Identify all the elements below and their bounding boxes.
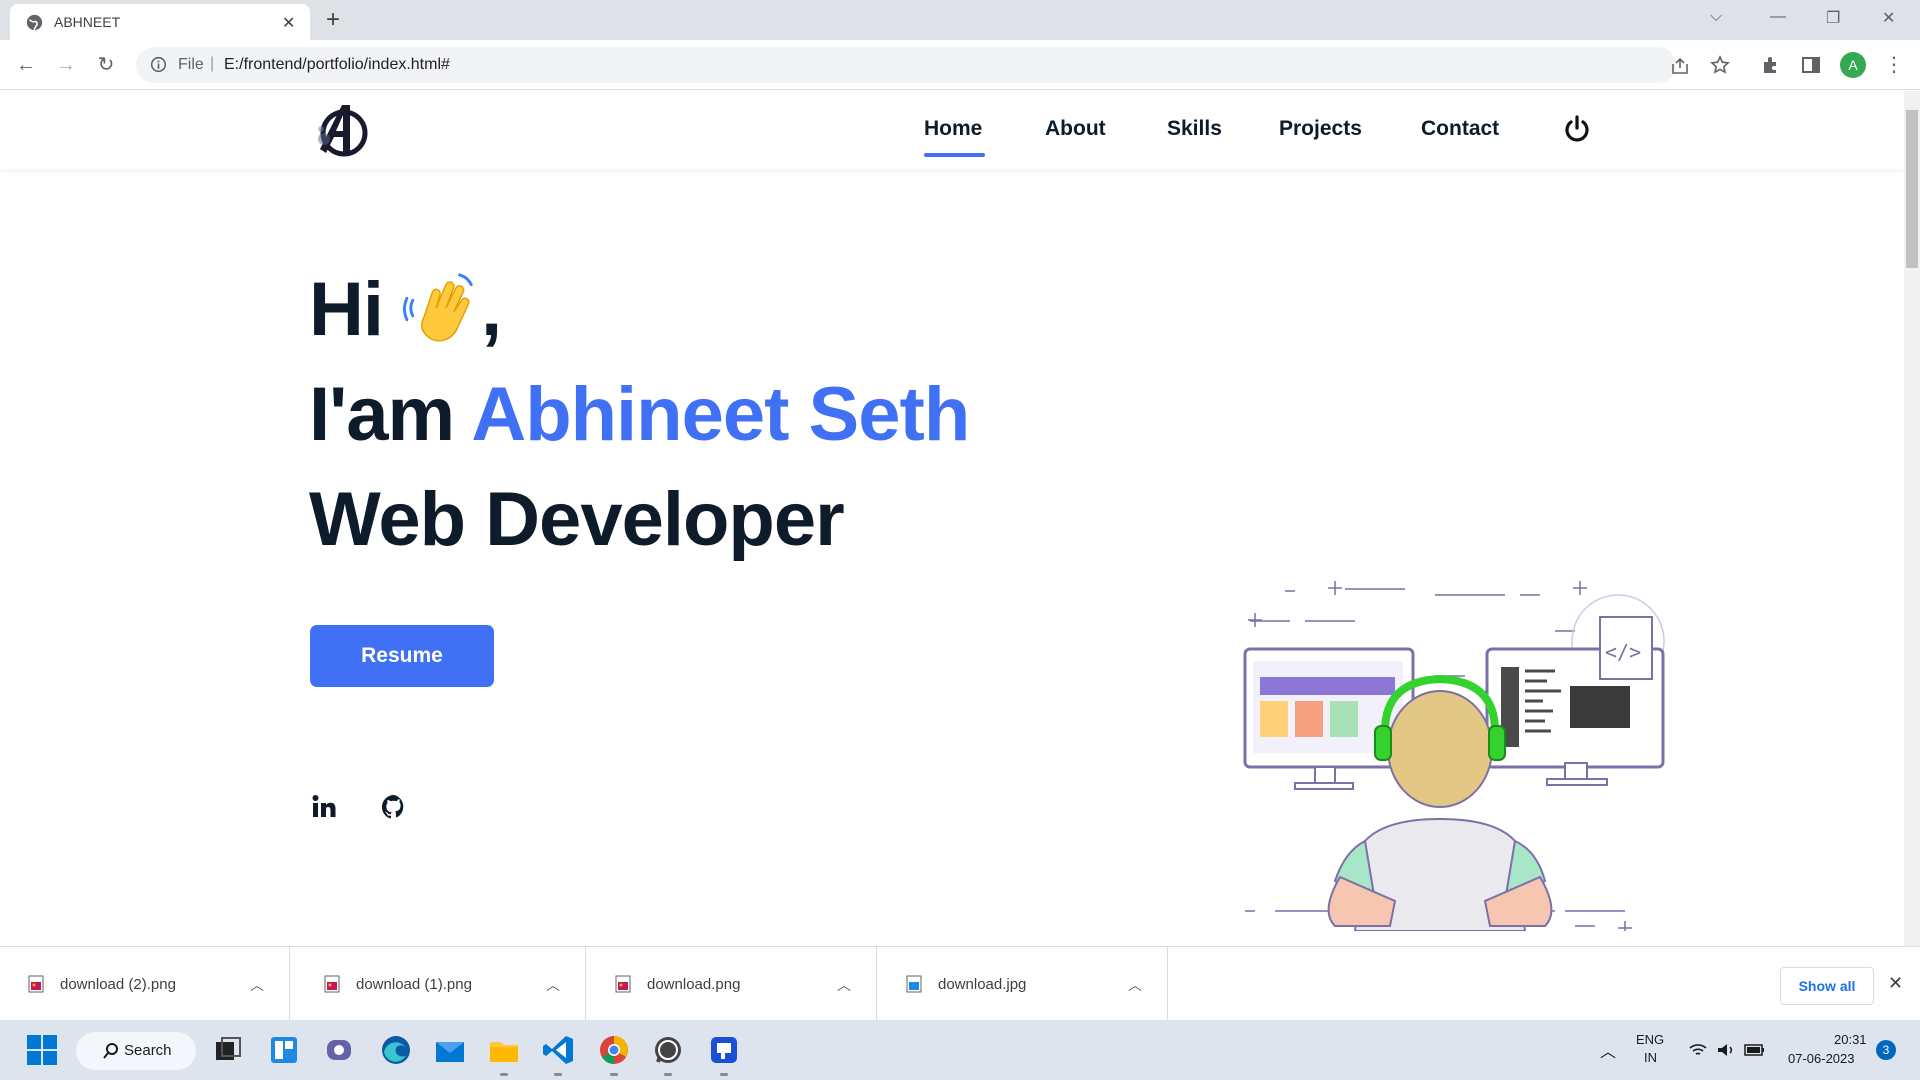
address-divider: | <box>210 55 215 72</box>
address-url[interactable]: E:/frontend/portfolio/index.html# <box>224 56 450 74</box>
tray-overflow-chevron-icon[interactable]: ︿ <box>1600 1038 1616 1062</box>
lang-bottom[interactable]: IN <box>1644 1050 1657 1065</box>
tab-search-chevron-icon[interactable]: ⌵ <box>1710 8 1722 26</box>
profile-avatar[interactable]: A <box>1840 52 1866 78</box>
hero-name: Abhineet Seth <box>471 372 970 457</box>
resume-button[interactable]: Resume <box>310 625 494 687</box>
running-indicator <box>720 1073 728 1076</box>
download-filename: download.png <box>647 976 741 993</box>
png-file-icon <box>324 975 340 993</box>
minimize-button[interactable]: — <box>1770 8 1786 26</box>
download-item[interactable]: download (2).png ︿ <box>0 947 290 1021</box>
hero-intro-prefix: I'am <box>309 372 455 457</box>
reload-button[interactable]: ↻ <box>94 53 118 77</box>
running-indicator <box>554 1073 562 1076</box>
extensions-icon[interactable] <box>1760 54 1782 76</box>
download-filename: download (1).png <box>356 976 472 993</box>
hero-intro: I'am Abhineet Seth <box>309 371 970 458</box>
png-file-icon <box>615 975 631 993</box>
waving-hand-icon <box>403 273 473 342</box>
address-scheme: File <box>178 56 204 73</box>
mail-icon[interactable] <box>432 1032 468 1068</box>
file-explorer-icon[interactable] <box>486 1032 522 1068</box>
scrollbar-thumb[interactable] <box>1906 110 1918 268</box>
info-icon[interactable] <box>150 56 167 73</box>
hero-greeting: Hi , <box>309 266 502 353</box>
avengers-logo[interactable] <box>312 99 372 161</box>
address-bar[interactable]: File | E:/frontend/portfolio/index.html# <box>136 47 1730 83</box>
nav-home[interactable]: Home <box>924 117 982 141</box>
whatsapp-icon[interactable] <box>650 1032 686 1068</box>
tab-close-icon[interactable]: ✕ <box>282 13 295 33</box>
volume-icon[interactable] <box>1716 1042 1736 1058</box>
chevron-up-icon[interactable]: ︿ <box>250 975 264 995</box>
app-icon[interactable] <box>706 1032 742 1068</box>
chevron-up-icon[interactable]: ︿ <box>1128 975 1142 995</box>
browser-tab-strip: ABHNEET ✕ + ⌵ — ❐ ✕ <box>0 0 1920 40</box>
nav-projects[interactable]: Projects <box>1279 117 1362 141</box>
clock-time[interactable]: 20:31 <box>1834 1032 1867 1047</box>
png-file-icon <box>28 975 44 993</box>
chrome-icon[interactable] <box>596 1032 632 1068</box>
teams-chat-icon[interactable] <box>322 1032 358 1068</box>
download-item[interactable]: download.png ︿ <box>587 947 877 1021</box>
download-filename: download (2).png <box>60 976 176 993</box>
site-header: Home About Skills Projects Contact <box>0 91 1904 169</box>
running-indicator <box>500 1073 508 1076</box>
edge-browser-icon[interactable] <box>378 1032 414 1068</box>
nav-skills[interactable]: Skills <box>1167 117 1222 141</box>
nav-about[interactable]: About <box>1045 117 1106 141</box>
running-indicator <box>664 1073 672 1076</box>
hero-role: Web Developer <box>309 477 845 562</box>
globe-icon <box>26 14 43 31</box>
lang-top[interactable]: ENG <box>1636 1032 1664 1047</box>
vscode-icon[interactable] <box>540 1032 576 1068</box>
page-viewport: Home About Skills Projects Contact Hi , … <box>0 91 1904 946</box>
restore-button[interactable]: ❐ <box>1826 8 1840 28</box>
forward-button[interactable]: → <box>54 53 78 77</box>
browser-tab[interactable]: ABHNEET ✕ <box>10 4 310 40</box>
search-label: Search <box>124 1042 172 1059</box>
browser-toolbar: ← → ↻ File | E:/frontend/portfolio/index… <box>0 40 1920 90</box>
window-close-button[interactable]: ✕ <box>1882 8 1895 28</box>
download-shelf: download (2).png ︿ download (1).png ︿ do… <box>0 946 1920 1021</box>
widgets-icon[interactable] <box>266 1032 302 1068</box>
back-button[interactable]: ← <box>14 53 38 77</box>
battery-icon[interactable] <box>1744 1042 1766 1058</box>
download-item[interactable]: download (1).png ︿ <box>296 947 586 1021</box>
chevron-up-icon[interactable]: ︿ <box>546 975 560 995</box>
clock-date[interactable]: 07-06-2023 <box>1788 1051 1855 1066</box>
download-filename: download.jpg <box>938 976 1027 993</box>
side-panel-icon[interactable] <box>1800 54 1822 76</box>
share-icon[interactable] <box>1670 56 1690 76</box>
linkedin-icon[interactable] <box>310 793 338 821</box>
running-indicator <box>610 1073 618 1076</box>
close-shelf-icon[interactable]: ✕ <box>1888 973 1903 994</box>
jpg-file-icon <box>906 975 922 993</box>
new-tab-button[interactable]: + <box>326 6 340 34</box>
active-nav-indicator <box>924 153 985 157</box>
chrome-menu-icon[interactable]: ⋮ <box>1882 53 1906 77</box>
power-icon[interactable] <box>1562 114 1592 144</box>
windows-taskbar: Search ︿ ENG IN 20:31 07-06-2023 3 <box>0 1020 1920 1080</box>
developer-illustration: </> <box>1243 581 1665 931</box>
github-icon[interactable] <box>380 793 408 821</box>
bookmark-star-icon[interactable] <box>1710 55 1730 75</box>
task-view-icon[interactable] <box>210 1032 246 1068</box>
tab-title: ABHNEET <box>54 14 121 30</box>
notification-badge[interactable]: 3 <box>1876 1040 1896 1060</box>
svg-text:</>: </> <box>1605 640 1641 664</box>
show-all-downloads-button[interactable]: Show all <box>1780 967 1874 1005</box>
wifi-icon[interactable] <box>1688 1042 1708 1058</box>
nav-contact[interactable]: Contact <box>1421 117 1499 141</box>
windows-start-icon[interactable] <box>24 1032 60 1068</box>
hero-hi-comma: , <box>481 267 502 352</box>
taskbar-search[interactable]: Search <box>76 1032 196 1070</box>
download-item[interactable]: download.jpg ︿ <box>878 947 1168 1021</box>
hero-hi-text: Hi <box>309 267 384 352</box>
chevron-up-icon[interactable]: ︿ <box>837 975 851 995</box>
search-icon <box>103 1043 118 1059</box>
